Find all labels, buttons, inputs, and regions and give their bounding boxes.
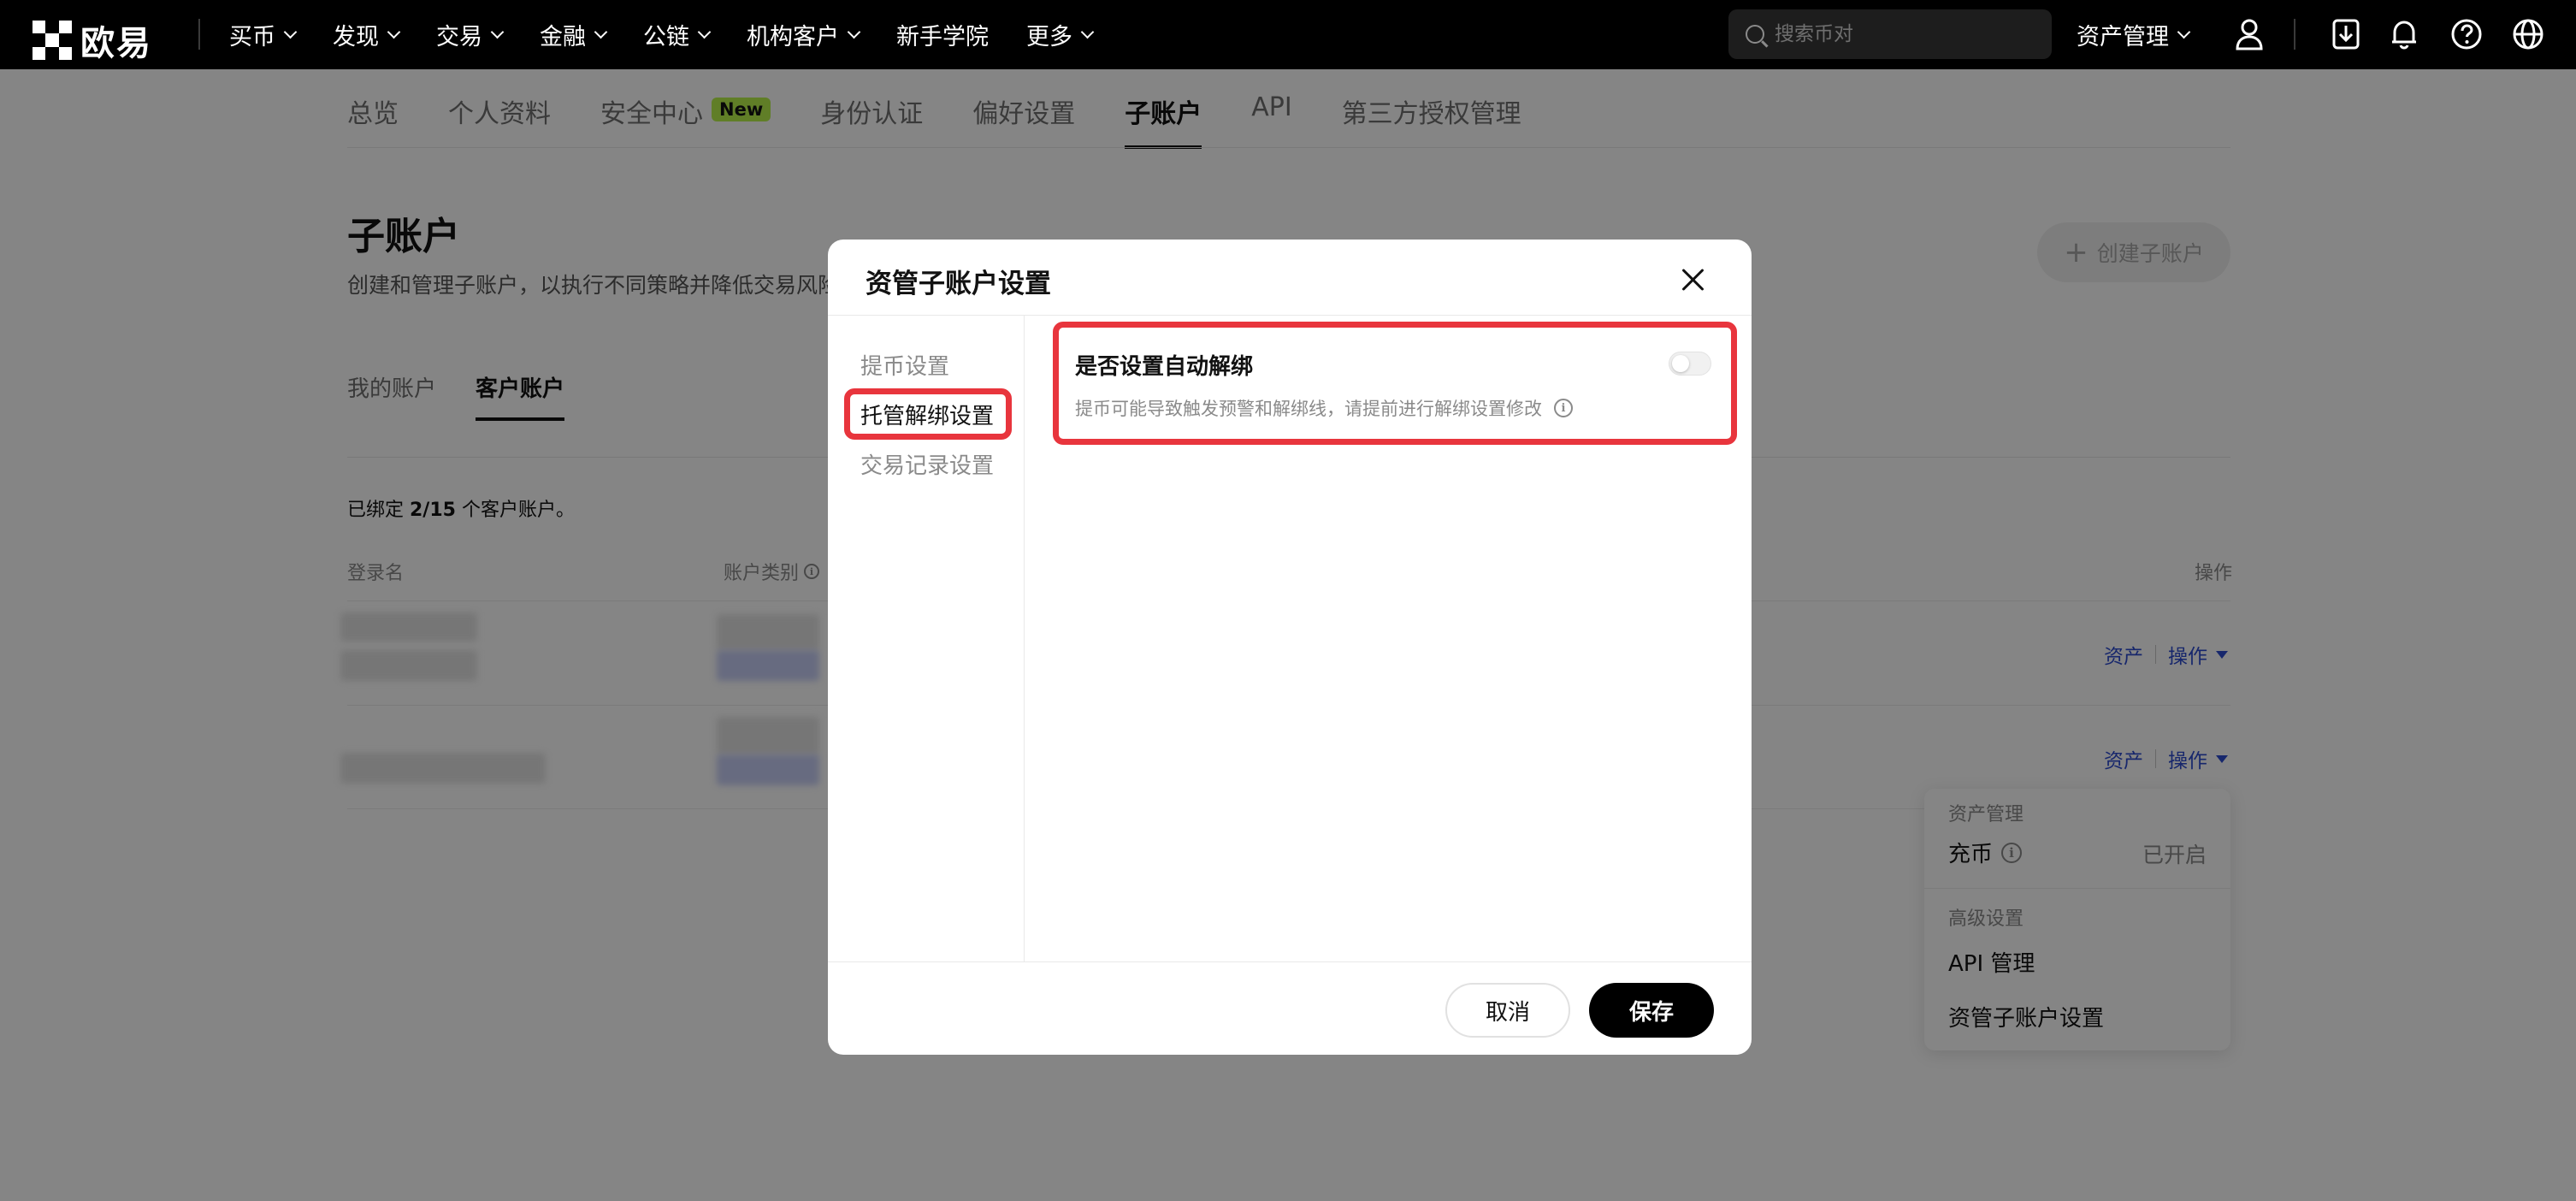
globe-icon[interactable] — [2510, 16, 2546, 52]
modal-footer-divider — [828, 961, 1752, 962]
help-icon[interactable] — [2449, 16, 2484, 52]
nav-item[interactable]: 更多 — [1026, 18, 1095, 51]
nav-item-label: 交易 — [436, 24, 482, 50]
chevron-down-icon — [1080, 25, 1095, 39]
modal-sidebar-divider — [1024, 316, 1025, 961]
modal-title: 资管子账户设置 — [866, 269, 1051, 299]
chevron-down-icon — [697, 25, 712, 39]
chevron-down-icon — [2177, 25, 2191, 39]
main-nav: 买币 发现 交易 金融 公链 机构客户 新手学院 更多 — [229, 0, 1130, 69]
nav-item[interactable]: 交易 — [436, 18, 505, 51]
nav-divider — [198, 19, 200, 50]
search-box[interactable] — [1728, 9, 2052, 59]
user-icon[interactable] — [2231, 16, 2267, 52]
nav-item-label: 买币 — [229, 24, 275, 50]
asset-management-label: 资产管理 — [2077, 24, 2169, 50]
chevron-down-icon — [283, 25, 298, 39]
modal-menu-withdraw-settings[interactable]: 提币设置 — [860, 349, 949, 381]
cancel-button[interactable]: 取消 — [1445, 983, 1570, 1038]
save-button[interactable]: 保存 — [1589, 983, 1714, 1038]
asset-management-menu[interactable]: 资产管理 — [2077, 0, 2191, 69]
brand-logo[interactable]: 欧易 — [32, 15, 152, 65]
nav-item-label: 金融 — [540, 24, 586, 50]
chevron-down-icon — [847, 25, 861, 39]
chevron-down-icon — [490, 25, 505, 39]
nav-item[interactable]: 发现 — [333, 18, 401, 51]
download-icon[interactable] — [2328, 16, 2364, 52]
nav-item[interactable]: 机构客户 — [747, 18, 861, 51]
custody-settings-modal: 资管子账户设置 提币设置 托管解绑设置 交易记录设置 是否设置自动解绑 提币可能… — [828, 240, 1752, 1055]
bell-icon[interactable] — [2386, 16, 2422, 52]
nav-item[interactable]: 新手学院 — [896, 18, 989, 51]
close-icon[interactable] — [1678, 265, 1707, 294]
top-navbar: 欧易 买币 发现 交易 金融 公链 机构客户 新手学院 更多 资产管理 — [0, 0, 2576, 69]
modal-menu-trade-record-settings[interactable]: 交易记录设置 — [860, 448, 994, 480]
highlight-box — [844, 388, 1012, 440]
chevron-down-icon — [387, 25, 401, 39]
chevron-down-icon — [594, 25, 608, 39]
nav-item-label: 公链 — [643, 24, 689, 50]
modal-header-divider — [828, 315, 1752, 316]
nav-item-label: 更多 — [1026, 24, 1072, 50]
highlight-box — [1053, 322, 1737, 445]
nav-item-label: 新手学院 — [896, 24, 989, 50]
search-input[interactable] — [1775, 23, 2031, 45]
nav-item-label: 发现 — [333, 24, 379, 50]
nav-item[interactable]: 金融 — [540, 18, 608, 51]
nav-item[interactable]: 买币 — [229, 18, 298, 51]
nav-divider — [2294, 19, 2295, 50]
nav-item[interactable]: 公链 — [643, 18, 712, 51]
okx-logo-icon — [32, 21, 72, 60]
brand-name: 欧易 — [80, 24, 152, 63]
search-icon — [1746, 25, 1764, 44]
nav-item-label: 机构客户 — [747, 24, 839, 50]
